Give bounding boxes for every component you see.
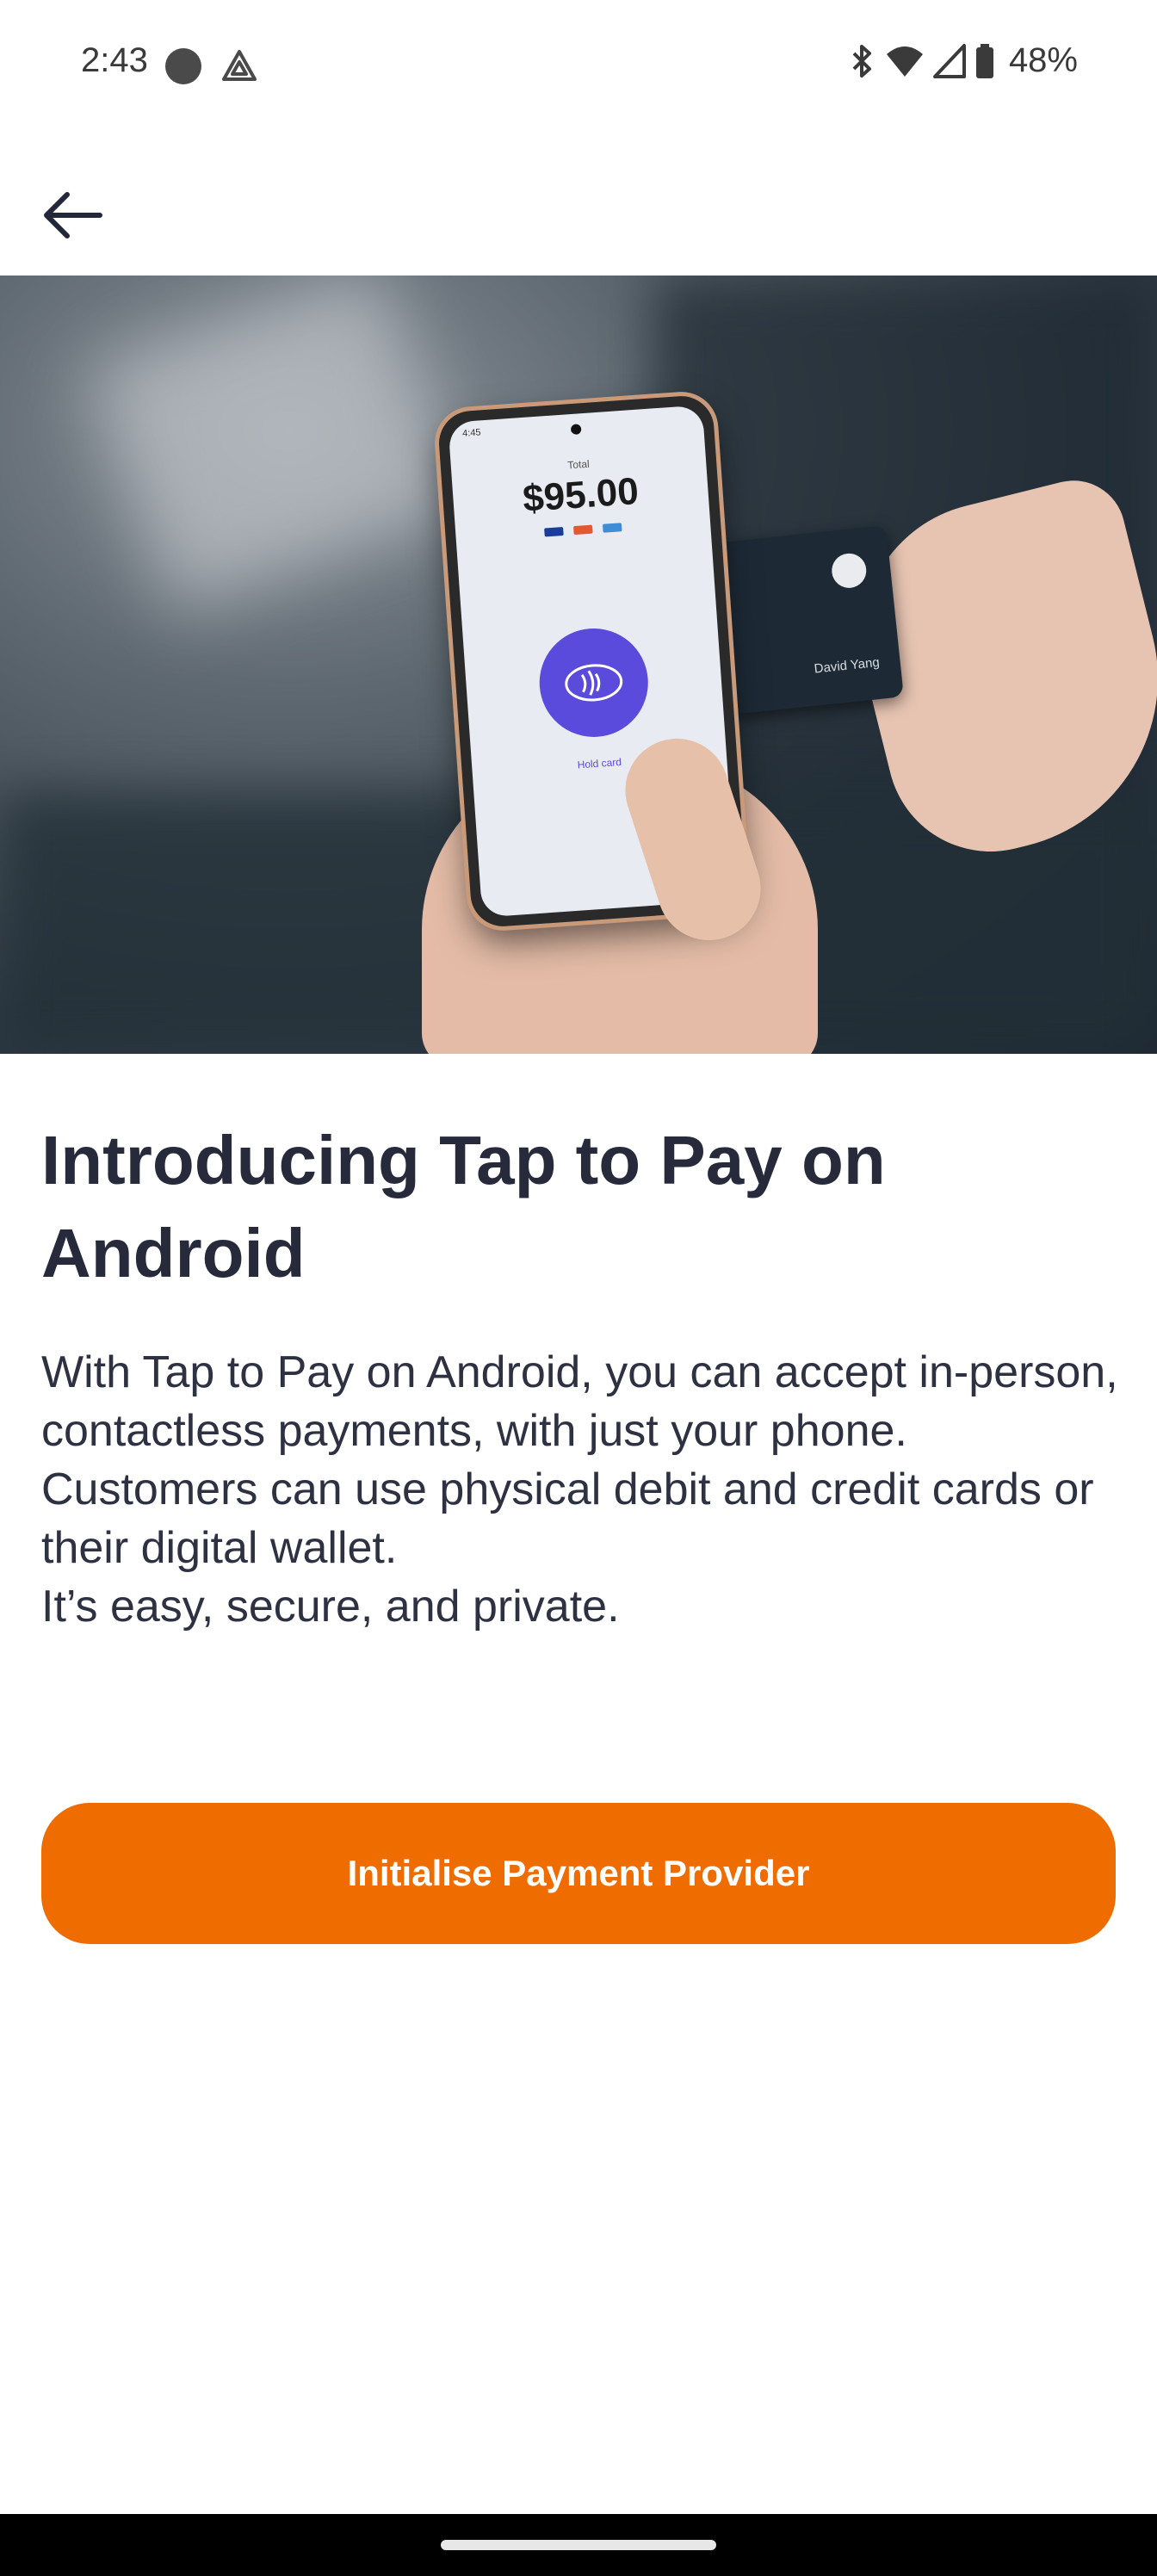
back-button[interactable] [31,174,114,257]
recording-dot-icon [165,48,201,84]
card-holder-name: David Yang [813,654,881,677]
app-bar [0,129,1157,276]
hero-image: David Yang 4:45 Total $95.00 Hold card [0,276,1157,1054]
status-time: 2:43 [81,41,148,79]
battery-percent: 48% [1008,41,1078,79]
initialise-payment-provider-button[interactable]: Initialise Payment Provider [41,1803,1116,1944]
cell-signal-icon [932,43,966,78]
bluetooth-icon [849,43,876,79]
arrow-back-icon [44,192,102,238]
contactless-icon [535,624,652,741]
home-gesture-handle[interactable] [441,2540,716,2550]
app-notification-icon [220,48,258,84]
wifi-icon [885,44,925,78]
page-title: Introducing Tap to Pay on Android [41,1122,886,1291]
status-icons: 48% [849,41,1078,80]
payment-card-image: David Yang [715,525,904,715]
status-bar: 2:43 48% [0,0,1157,129]
battery-icon [974,43,995,79]
page-description: With Tap to Pay on Android, you can acce… [41,1347,1118,1632]
